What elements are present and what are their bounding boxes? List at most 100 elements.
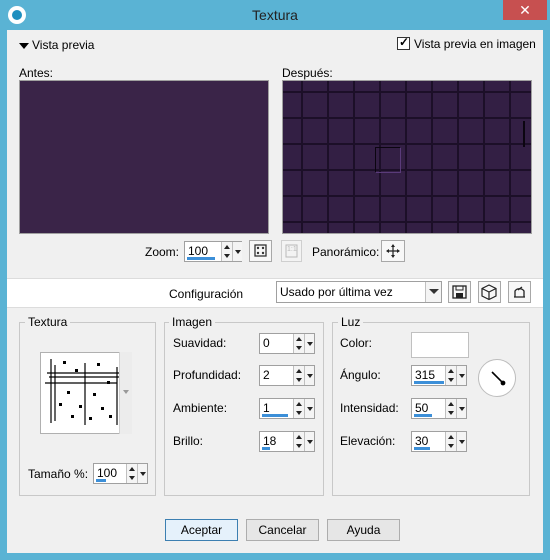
intensity-spinner[interactable]: 50 — [411, 398, 467, 419]
intensity-progress — [414, 414, 432, 417]
chevron-down-icon[interactable] — [425, 282, 441, 302]
preview-in-image-checkbox[interactable] — [397, 35, 410, 50]
arrow-down-icon[interactable] — [296, 444, 302, 448]
smoothness-arrows[interactable] — [293, 334, 304, 353]
angle-value: 315 — [415, 368, 436, 382]
close-button[interactable]: ✕ — [503, 0, 547, 20]
angle-dial[interactable] — [478, 359, 516, 397]
zoom-dropdown[interactable] — [232, 242, 242, 261]
elevation-dropdown[interactable] — [456, 432, 466, 451]
brightness-value: 18 — [263, 434, 277, 448]
move-icon — [386, 244, 400, 258]
randomize-button[interactable] — [478, 281, 501, 303]
texture-size-value: 100 — [97, 466, 118, 480]
window-title: Textura — [252, 7, 298, 23]
zoom-arrows[interactable] — [221, 242, 232, 261]
ok-button[interactable]: Aceptar — [165, 519, 238, 541]
elevation-label: Elevación: — [340, 434, 396, 448]
texture-size-dropdown[interactable] — [137, 464, 147, 483]
preview-toggle-label: Vista previa — [32, 38, 95, 52]
intensity-value: 50 — [415, 401, 429, 415]
brightness-arrows[interactable] — [293, 432, 304, 451]
depth-spinner[interactable]: 2 — [259, 365, 315, 386]
after-preview-edge — [523, 121, 525, 147]
dice-icon — [254, 244, 267, 257]
arrow-down-icon[interactable] — [296, 411, 302, 415]
angle-spinner[interactable]: 315 — [411, 365, 467, 386]
ambient-spinner[interactable]: 1 — [259, 398, 315, 419]
zoom-value: 100 — [188, 244, 209, 258]
light-group-title: Luz — [338, 315, 364, 329]
arrow-down-icon[interactable] — [296, 378, 302, 382]
arrow-down-icon[interactable] — [448, 378, 454, 382]
window-frame-right — [543, 30, 550, 560]
window-frame-left — [0, 30, 7, 560]
depth-label: Profundidad: — [173, 368, 242, 382]
after-preview-tile — [375, 147, 401, 173]
arrow-up-icon[interactable] — [296, 337, 302, 341]
triangle-down-icon — [19, 43, 29, 49]
arrow-up-icon[interactable] — [296, 402, 302, 406]
angle-arrows[interactable] — [445, 366, 456, 385]
help-button[interactable]: Ayuda — [327, 519, 400, 541]
before-preview[interactable] — [19, 80, 269, 234]
texture-size-arrows[interactable] — [126, 464, 137, 483]
panoramic-button[interactable] — [381, 240, 405, 262]
zoom-progress — [187, 257, 215, 260]
brightness-spinner[interactable]: 18 — [259, 431, 315, 452]
arrow-up-icon[interactable] — [448, 402, 454, 406]
ambient-progress — [262, 414, 288, 417]
reset-button[interactable] — [508, 281, 531, 303]
panoramic-label: Panorámico: — [312, 245, 380, 259]
ambient-dropdown[interactable] — [304, 399, 314, 418]
zoom-actual-size-button[interactable]: 1:1 — [281, 240, 302, 262]
arrow-down-icon[interactable] — [296, 346, 302, 350]
smoothness-label: Suavidad: — [173, 336, 227, 350]
after-preview[interactable] — [282, 80, 532, 234]
preview-in-image-label: Vista previa en imagen — [414, 37, 536, 51]
cube-icon — [481, 284, 497, 301]
arrow-down-icon[interactable] — [448, 444, 454, 448]
smoothness-dropdown[interactable] — [304, 334, 314, 353]
intensity-dropdown[interactable] — [456, 399, 466, 418]
ambient-value: 1 — [263, 401, 270, 415]
elevation-value: 30 — [415, 434, 429, 448]
arrow-up-icon[interactable] — [296, 435, 302, 439]
intensity-arrows[interactable] — [445, 399, 456, 418]
save-icon — [452, 285, 467, 299]
elevation-spinner[interactable]: 30 — [411, 431, 467, 452]
before-label: Antes: — [19, 66, 54, 80]
depth-arrows[interactable] — [293, 366, 304, 385]
zoom-spinner[interactable]: 100 — [184, 241, 242, 262]
arrow-down-icon[interactable] — [224, 254, 230, 258]
elevation-progress — [414, 447, 430, 450]
save-preset-button[interactable] — [448, 281, 471, 303]
cancel-button[interactable]: Cancelar — [246, 519, 319, 541]
angle-label: Ángulo: — [340, 368, 381, 382]
window-frame-bottom — [0, 553, 550, 560]
depth-dropdown[interactable] — [304, 366, 314, 385]
texture-scrollbar[interactable] — [119, 352, 132, 434]
arrow-up-icon[interactable] — [448, 369, 454, 373]
arrow-down-icon[interactable] — [448, 411, 454, 415]
brightness-dropdown[interactable] — [304, 432, 314, 451]
arrow-down-icon[interactable] — [129, 476, 135, 480]
texture-group-title: Textura — [25, 315, 71, 329]
arrow-up-icon[interactable] — [448, 435, 454, 439]
elevation-arrows[interactable] — [445, 432, 456, 451]
ambient-arrows[interactable] — [293, 399, 304, 418]
arrow-up-icon[interactable] — [296, 369, 302, 373]
light-color-swatch[interactable] — [411, 332, 469, 358]
configuration-select[interactable]: Usado por última vez — [276, 281, 442, 303]
zoom-fit-button[interactable] — [249, 240, 272, 262]
configuration-value: Usado por última vez — [280, 285, 393, 299]
smoothness-spinner[interactable]: 0 — [259, 333, 315, 354]
arrow-up-icon[interactable] — [129, 467, 135, 471]
angle-dropdown[interactable] — [456, 366, 466, 385]
configuration-label: Configuración — [169, 287, 244, 301]
texture-size-label: Tamaño %: — [28, 467, 89, 481]
brightness-progress — [262, 447, 270, 450]
texture-size-spinner[interactable]: 100 — [93, 463, 148, 484]
arrow-up-icon[interactable] — [224, 245, 230, 249]
chevron-down-icon[interactable] — [123, 390, 129, 394]
